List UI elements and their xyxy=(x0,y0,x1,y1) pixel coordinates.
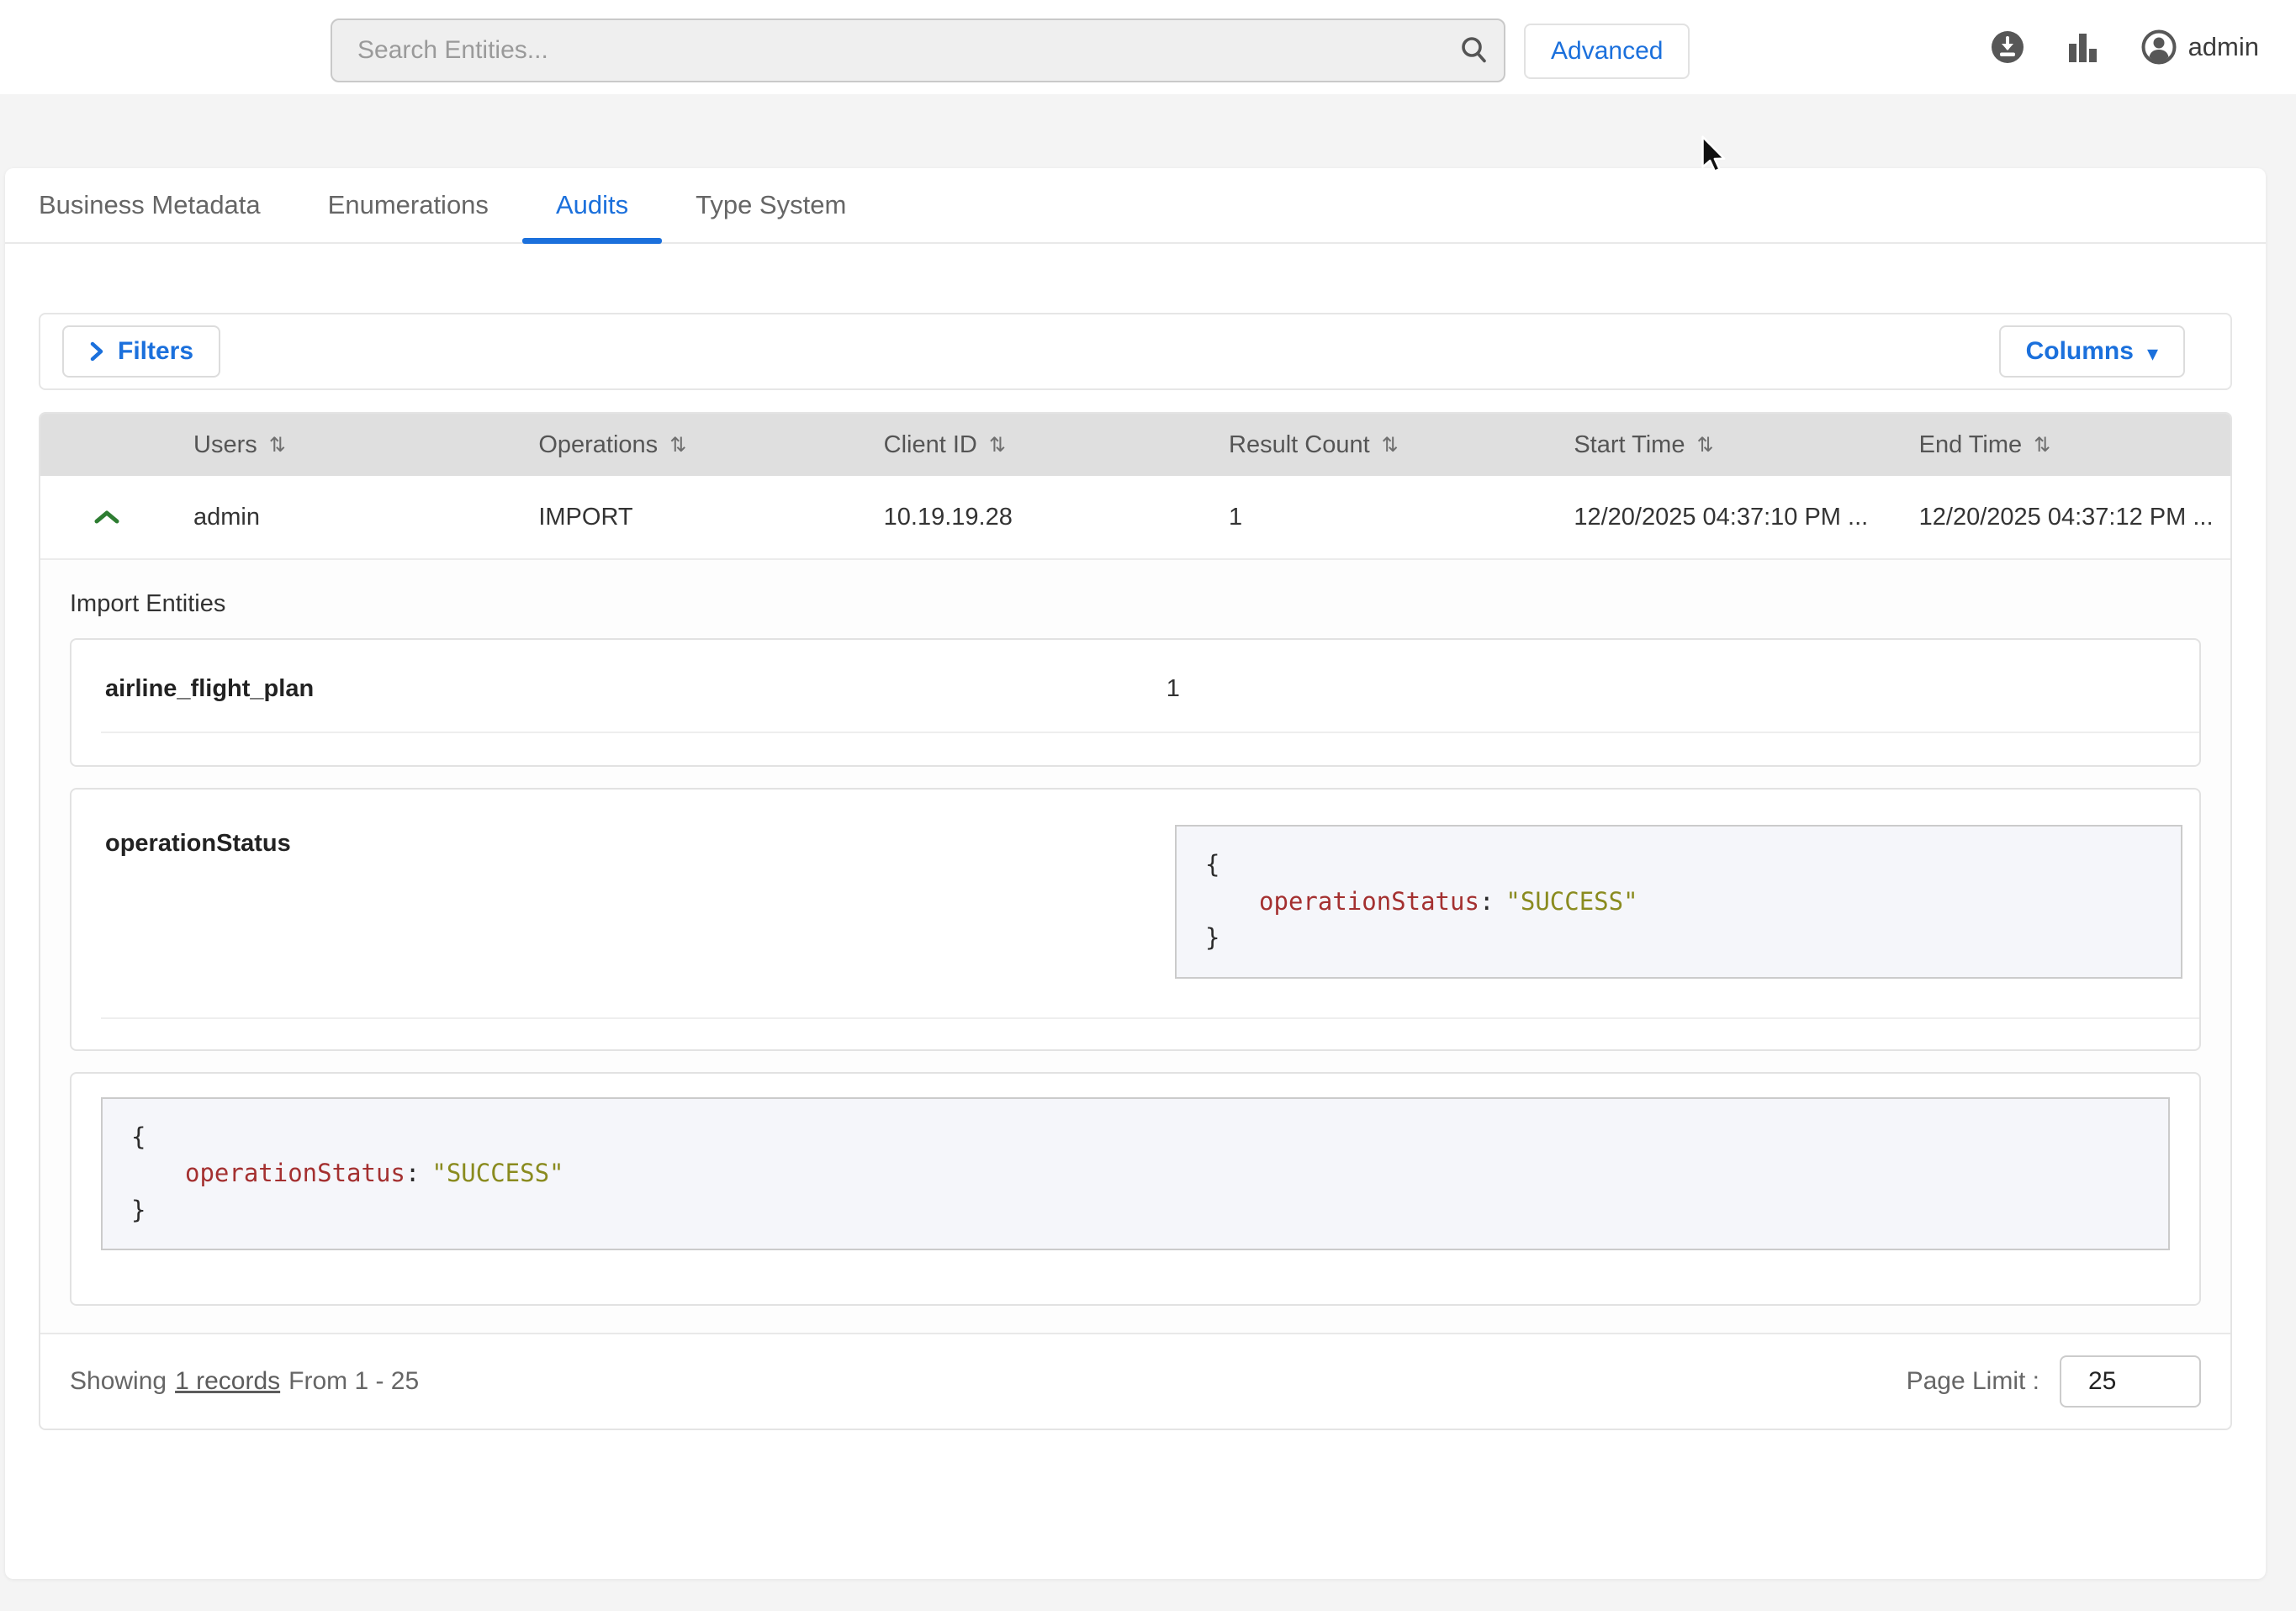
result-json-box: { operationStatus: "SUCCESS" } xyxy=(70,1072,2201,1307)
json-key: operationStatus xyxy=(1259,887,1479,916)
search-icon[interactable] xyxy=(1445,20,1504,81)
sort-icon[interactable]: ⇅ xyxy=(669,433,686,457)
cell-users: admin xyxy=(160,504,505,531)
row-detail-panel: Import Entities airline_flight_plan 1 op… xyxy=(40,560,2230,1333)
caret-down-icon: ▾ xyxy=(2147,342,2158,364)
tab-enumerations[interactable]: Enumerations xyxy=(294,168,522,242)
filters-button[interactable]: Filters xyxy=(62,325,220,378)
json-close-brace: } xyxy=(131,1192,2140,1229)
filters-toolbar: Filters Columns ▾ xyxy=(39,313,2232,390)
records-link[interactable]: 1 records xyxy=(175,1367,280,1396)
range-label: From 1 - 25 xyxy=(288,1367,419,1396)
page-limit-select[interactable]: 25 xyxy=(2060,1355,2201,1408)
column-label: Operations xyxy=(538,431,658,459)
table-footer: Showing 1 records From 1 - 25 Page Limit… xyxy=(40,1333,2230,1429)
column-label: Client ID xyxy=(884,431,977,459)
column-header-users[interactable]: Users ⇅ xyxy=(160,431,505,459)
sort-icon[interactable]: ⇅ xyxy=(1382,433,1399,457)
sort-icon[interactable]: ⇅ xyxy=(1696,433,1713,457)
tab-bar: Business Metadata Enumerations Audits Ty… xyxy=(5,168,2266,244)
column-header-result-count[interactable]: Result Count ⇅ xyxy=(1195,431,1540,459)
entity-count: 1 xyxy=(1167,675,2166,703)
audit-table: Users ⇅ Operations ⇅ Client ID ⇅ Result … xyxy=(39,412,2232,1430)
columns-button[interactable]: Columns ▾ xyxy=(1999,325,2185,378)
tab-audits[interactable]: Audits xyxy=(522,168,662,242)
column-label: Start Time xyxy=(1574,431,1685,459)
operation-status-label: operationStatus xyxy=(105,825,1175,858)
operation-status-box: operationStatus { operationStatus: "SUCCE… xyxy=(70,788,2201,1051)
tab-business-metadata[interactable]: Business Metadata xyxy=(5,168,294,242)
json-colon: : xyxy=(405,1159,420,1187)
page-background-band xyxy=(0,94,2296,168)
sort-icon[interactable]: ⇅ xyxy=(269,433,286,457)
filters-label: Filters xyxy=(118,337,193,366)
detail-title: Import Entities xyxy=(70,560,2201,618)
main-panel: Business Metadata Enumerations Audits Ty… xyxy=(5,168,2266,1579)
user-icon xyxy=(2141,29,2177,65)
json-property: operationStatus: "SUCCESS" xyxy=(131,1155,2140,1192)
column-header-start-time[interactable]: Start Time ⇅ xyxy=(1540,431,1885,459)
column-label: End Time xyxy=(1919,431,2023,459)
showing-label: Showing xyxy=(70,1367,167,1396)
json-open-brace: { xyxy=(1205,847,2152,884)
json-open-brace: { xyxy=(131,1119,2140,1156)
tab-label: Type System xyxy=(696,190,846,220)
json-close-brace: } xyxy=(1205,920,2152,957)
row-collapse-toggle[interactable] xyxy=(40,509,160,526)
import-entities-box: airline_flight_plan 1 xyxy=(70,638,2201,767)
json-colon: : xyxy=(1479,887,1494,916)
column-label: Result Count xyxy=(1229,431,1370,459)
tab-type-system[interactable]: Type System xyxy=(662,168,880,242)
cell-result-count: 1 xyxy=(1195,504,1540,531)
json-value: "SUCCESS" xyxy=(1505,887,1637,916)
chevron-right-icon xyxy=(89,340,104,363)
json-code-block: { operationStatus: "SUCCESS" } xyxy=(1175,825,2182,979)
cell-client-id: 10.19.19.28 xyxy=(850,504,1195,531)
active-tab-underline xyxy=(522,238,662,244)
cell-end-time: 12/20/2025 04:37:12 PM ... xyxy=(1886,504,2230,531)
advanced-button[interactable]: Advanced xyxy=(1524,24,1690,79)
page-limit-label: Page Limit : xyxy=(1907,1367,2039,1396)
column-header-operations[interactable]: Operations ⇅ xyxy=(505,431,849,459)
column-header-end-time[interactable]: End Time ⇅ xyxy=(1886,431,2230,459)
top-bar: Advanced a xyxy=(0,0,2296,94)
table-header-row: Users ⇅ Operations ⇅ Client ID ⇅ Result … xyxy=(40,414,2230,476)
topbar-actions: admin xyxy=(1990,0,2259,94)
entity-name: airline_flight_plan xyxy=(105,675,1167,703)
search-box[interactable] xyxy=(331,18,1505,82)
download-icon[interactable] xyxy=(1990,29,2025,65)
json-value: "SUCCESS" xyxy=(431,1159,563,1187)
audits-content: Filters Columns ▾ Users ⇅ Operations ⇅ xyxy=(5,313,2266,1430)
json-code-block: { operationStatus: "SUCCESS" } xyxy=(101,1097,2170,1251)
column-label: Users xyxy=(193,431,257,459)
tab-label: Audits xyxy=(556,190,628,220)
sort-icon[interactable]: ⇅ xyxy=(2034,433,2050,457)
search-input[interactable] xyxy=(332,20,1445,81)
tab-label: Enumerations xyxy=(328,190,489,220)
user-menu[interactable]: admin xyxy=(2141,29,2259,65)
columns-label: Columns xyxy=(2026,337,2134,366)
records-summary: Showing 1 records From 1 - 25 xyxy=(70,1367,419,1396)
column-header-client-id[interactable]: Client ID ⇅ xyxy=(850,431,1195,459)
cell-start-time: 12/20/2025 04:37:10 PM ... xyxy=(1540,504,1885,531)
cell-operations: IMPORT xyxy=(505,504,849,531)
sort-icon[interactable]: ⇅ xyxy=(989,433,1006,457)
tab-label: Business Metadata xyxy=(39,190,261,220)
json-key: operationStatus xyxy=(185,1159,405,1187)
username-label: admin xyxy=(2188,32,2259,62)
chevron-up-icon xyxy=(93,509,121,526)
table-row[interactable]: admin IMPORT 10.19.19.28 1 12/20/2025 04… xyxy=(40,476,2230,560)
page-limit-control: Page Limit : 25 xyxy=(1907,1355,2201,1408)
bar-chart-icon[interactable] xyxy=(2069,30,2098,64)
json-property: operationStatus: "SUCCESS" xyxy=(1205,884,2152,921)
